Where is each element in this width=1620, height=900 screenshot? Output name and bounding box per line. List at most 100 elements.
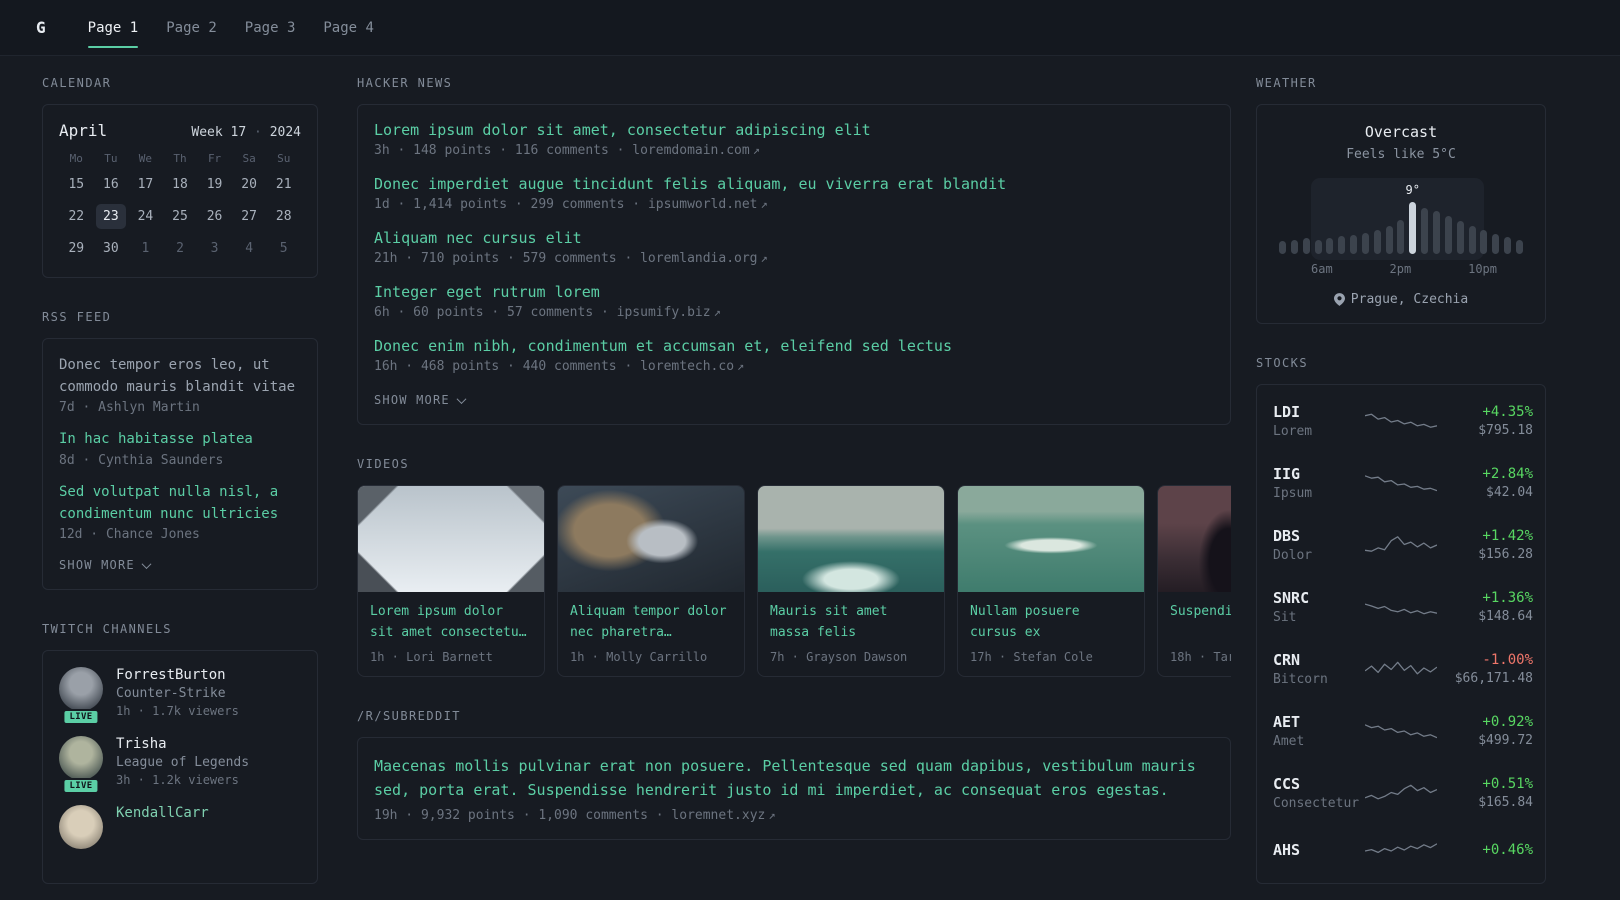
video-title[interactable]: Mauris sit amet massa felis (770, 602, 932, 644)
twitch-channel[interactable]: LIVE ForrestBurton Counter-Strike 1h · 1… (59, 667, 301, 726)
calendar-dow: Th (173, 152, 187, 165)
location-pin-icon (1333, 293, 1345, 306)
stock-values: +0.46% (1437, 842, 1533, 861)
external-link-icon: ↗ (760, 251, 768, 265)
twitch-channel[interactable]: LIVE Trisha League of Legends 3h · 1.2k … (59, 736, 301, 795)
video-title[interactable]: Aliquam tempor dolor nec pharetra… (570, 602, 732, 644)
hn-story-title[interactable]: Donec imperdiet augue tincidunt felis al… (374, 175, 1214, 193)
weather-bar (1279, 241, 1286, 254)
video-card[interactable]: Nullam posuere cursus ex 17h · Stefan Co… (957, 485, 1145, 677)
channel-name: Trisha (116, 736, 167, 753)
calendar-day-next-month: 1 (141, 241, 150, 256)
stock-sparkline (1365, 593, 1437, 621)
subreddit-section-title: /R/SUBREDDIT (357, 709, 461, 723)
stock-row[interactable]: CCS Consectetur +0.51% $165.84 (1273, 762, 1533, 824)
twitch-channel[interactable]: KendallCarr (59, 805, 301, 850)
weather-bar (1492, 234, 1500, 254)
stock-row[interactable]: AET Amet +0.92% $499.72 (1273, 700, 1533, 762)
video-thumbnail (358, 486, 544, 592)
weather-feels-like: Feels like 5°C (1346, 147, 1456, 162)
rss-item-title[interactable]: Sed volutpat nulla nisl, a condimentum n… (59, 482, 301, 525)
stock-row[interactable]: DBS Dolor +1.42% $156.28 (1273, 514, 1533, 576)
tab-page-1[interactable]: Page 1 (87, 0, 138, 55)
calendar-week-label: Week 17 (191, 125, 247, 140)
video-body: Mauris sit amet massa felis 7h · Grayson… (758, 592, 944, 676)
hn-story-title[interactable]: Donec enim nibh, condimentum et accumsan… (374, 337, 1214, 355)
rss-item: In hac habitasse platea 8d · Cynthia Sau… (59, 429, 301, 468)
video-card[interactable]: Suspendisse diam 18h · Tara (1157, 485, 1231, 677)
weather-bar (1504, 237, 1512, 254)
hn-domain-link[interactable]: ipsumworld.net (648, 197, 758, 212)
subreddit-post-title[interactable]: Maecenas mollis pulvinar erat non posuer… (374, 754, 1214, 802)
subreddit-post-meta: 19h · 9,932 points · 1,090 comments · lo… (374, 808, 1214, 823)
stock-change: +1.36% (1482, 590, 1533, 606)
hn-story-title[interactable]: Integer eget rutrum lorem (374, 283, 1214, 301)
video-thumbnail (958, 486, 1144, 592)
page-tabs: Page 1 Page 2 Page 3 Page 4 (87, 0, 374, 55)
video-title[interactable]: Suspendisse diam (1170, 602, 1231, 644)
stock-info: DBS Dolor (1273, 527, 1365, 563)
stock-values: +0.51% $165.84 (1437, 776, 1533, 810)
avatar: LIVE (59, 736, 103, 795)
calendar-section: CALENDAR April Week 17 · 2024 Mo Tu We T… (42, 76, 318, 278)
hn-story-title[interactable]: Aliquam nec cursus elit (374, 229, 1214, 247)
calendar-dow: Mo (69, 152, 83, 165)
stock-name: Ipsum (1273, 486, 1313, 501)
weather-bar (1302, 238, 1310, 254)
hn-domain-link[interactable]: ipsumify.biz (617, 305, 711, 320)
stock-row[interactable]: CRN Bitcorn -1.00% $66,171.48 (1273, 638, 1533, 700)
avatar (59, 805, 103, 850)
hn-show-more-button[interactable]: SHOW MORE (374, 393, 467, 407)
tab-page-2[interactable]: Page 2 (166, 0, 217, 55)
calendar-day: 18 (172, 177, 188, 192)
hn-story-title[interactable]: Lorem ipsum dolor sit amet, consectetur … (374, 121, 1214, 139)
hn-story: Aliquam nec cursus elit 21h · 710 points… (374, 229, 1214, 266)
stock-sparkline (1365, 717, 1437, 745)
calendar-day: 21 (275, 177, 292, 192)
stock-row[interactable]: IIG Ipsum +2.84% $42.04 (1273, 452, 1533, 514)
subreddit-widget: Maecenas mollis pulvinar erat non posuer… (357, 737, 1231, 840)
stock-row[interactable]: AHS +0.46% (1273, 824, 1533, 878)
rss-item-title[interactable]: Donec tempor eros leo, ut commodo mauris… (59, 355, 301, 398)
stock-values: -1.00% $66,171.48 (1437, 652, 1533, 686)
hackernews-widget: Lorem ipsum dolor sit amet, consectetur … (357, 104, 1231, 425)
stock-row[interactable]: SNRC Sit +1.36% $148.64 (1273, 576, 1533, 638)
weather-bar (1444, 216, 1452, 254)
hn-story: Lorem ipsum dolor sit amet, consectetur … (374, 121, 1214, 158)
video-card[interactable]: Lorem ipsum dolor sit amet consectetu… 1… (357, 485, 545, 677)
subreddit-domain-link[interactable]: loremnet.xyz (671, 808, 765, 823)
hn-domain-link[interactable]: loremlandia.org (640, 251, 757, 266)
calendar-year: 2024 (269, 125, 301, 140)
hn-domain-link[interactable]: loremtech.co (640, 359, 734, 374)
weather-time-labels: 6am 2pm 10pm (1273, 262, 1529, 276)
video-card[interactable]: Aliquam tempor dolor nec pharetra… 1h · … (557, 485, 745, 677)
video-meta: 1h · Lori Barnett (370, 650, 493, 664)
calendar-day: 27 (241, 209, 257, 224)
tab-page-3[interactable]: Page 3 (245, 0, 296, 55)
hn-domain-link[interactable]: loremdomain.com (632, 143, 749, 158)
video-meta: 1h · Molly Carrillo (570, 650, 708, 664)
channel-game: Counter-Strike (116, 686, 226, 702)
tab-page-4[interactable]: Page 4 (323, 0, 374, 55)
calendar-day: 28 (275, 209, 292, 224)
rss-item-title[interactable]: In hac habitasse platea (59, 429, 301, 451)
app-logo[interactable]: G (36, 18, 46, 37)
calendar-grid: Mo Tu We Th Fr Sa Su 15 16 17 18 19 20 2… (59, 152, 301, 261)
weather-widget: Overcast Feels like 5°C 9° 6am 2pm 10pm … (1256, 104, 1546, 324)
hn-story-meta: 21h · 710 points · 579 comments · loreml… (374, 251, 1214, 266)
video-thumbnail (1158, 486, 1231, 592)
calendar-day: 25 (172, 209, 188, 224)
video-title[interactable]: Lorem ipsum dolor sit amet consectetu… (370, 602, 532, 644)
video-title[interactable]: Nullam posuere cursus ex (970, 602, 1132, 644)
stock-row[interactable]: LDI Lorem +4.35% $795.18 (1273, 390, 1533, 452)
rss-show-more-button[interactable]: SHOW MORE (59, 558, 152, 572)
channel-meta: 1h · 1.7k viewers (116, 704, 239, 719)
calendar-day: 16 (103, 177, 119, 192)
video-card[interactable]: Mauris sit amet massa felis 7h · Grayson… (757, 485, 945, 677)
stock-price: $148.64 (1478, 609, 1533, 624)
left-column: CALENDAR April Week 17 · 2024 Mo Tu We T… (42, 76, 318, 900)
hackernews-section-title: HACKER NEWS (357, 76, 453, 90)
videos-row: Lorem ipsum dolor sit amet consectetu… 1… (357, 485, 1231, 677)
stock-info: SNRC Sit (1273, 589, 1365, 625)
weather-section-title: WEATHER (1256, 76, 1317, 90)
